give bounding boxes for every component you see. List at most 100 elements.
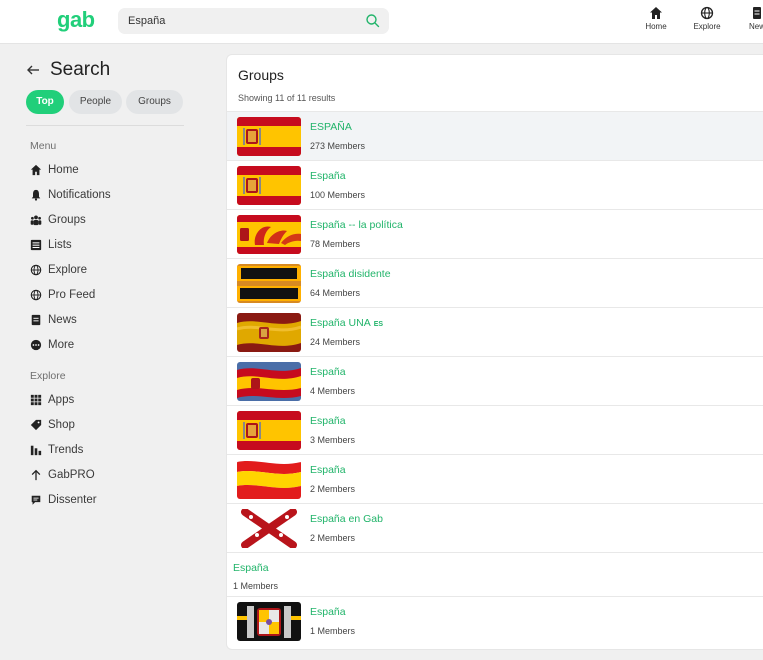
- filter-groups[interactable]: Groups: [126, 90, 183, 114]
- arrow-up-icon: [31, 469, 41, 481]
- group-row[interactable]: España -- la política 78 Members: [227, 209, 763, 258]
- globe-icon: [30, 264, 42, 276]
- globe-icon: [30, 289, 42, 301]
- nav-explore[interactable]: Explore: [687, 6, 727, 38]
- sidebar-item-label: Apps: [48, 394, 75, 406]
- panel-title: Groups: [238, 67, 284, 83]
- results-count: Showing 11 of 11 results: [238, 93, 336, 103]
- filter-top[interactable]: Top: [26, 90, 64, 114]
- groups-results-panel: Groups Showing 11 of 11 results ESPAÑA 2…: [226, 54, 763, 650]
- group-thumbnail[interactable]: [237, 602, 301, 641]
- group-name[interactable]: España: [310, 170, 346, 182]
- sidebar-item-label: Lists: [48, 239, 72, 251]
- nav-news-label: New: [748, 22, 763, 31]
- filter-people[interactable]: People: [69, 90, 122, 114]
- group-thumbnail[interactable]: [237, 166, 301, 205]
- sidebar-item-label: Notifications: [48, 189, 111, 201]
- group-member-count: 3 Members: [310, 435, 356, 445]
- group-member-count: 273 Members: [310, 141, 366, 151]
- group-thumbnail[interactable]: [237, 411, 301, 450]
- group-row[interactable]: España UNA ES 24 Members: [227, 307, 763, 356]
- group-name[interactable]: España -- la política: [310, 219, 403, 231]
- sidebar-item-gabpro[interactable]: GabPRO: [30, 465, 190, 485]
- group-thumbnail[interactable]: [237, 117, 301, 156]
- sidebar-item-label: Explore: [48, 264, 87, 276]
- group-name[interactable]: ESPAÑA: [310, 121, 352, 133]
- tag-icon: [30, 419, 42, 431]
- home-icon: [650, 7, 662, 19]
- list-icon: [30, 239, 42, 251]
- sidebar-item-news[interactable]: News: [30, 310, 190, 330]
- sidebar-item-label: Groups: [48, 214, 86, 226]
- group-row[interactable]: España 4 Members: [227, 356, 763, 405]
- apps-grid-icon: [30, 394, 42, 406]
- sidebar-item-home[interactable]: Home: [30, 160, 190, 180]
- group-name[interactable]: España en Gab: [310, 513, 383, 525]
- group-row[interactable]: España 2 Members: [227, 454, 763, 503]
- group-member-count: 2 Members: [310, 484, 356, 494]
- search-input[interactable]: [128, 8, 348, 34]
- sidebar-item-explore[interactable]: Explore: [30, 260, 190, 280]
- group-member-count: 100 Members: [310, 190, 366, 200]
- sidebar-item-notifications[interactable]: Notifications: [30, 185, 190, 205]
- gab-logo[interactable]: gab: [57, 7, 95, 33]
- sidebar-item-label: GabPRO: [48, 469, 95, 481]
- sidebar-item-label: Shop: [48, 419, 75, 431]
- group-thumbnail[interactable]: [237, 460, 301, 499]
- group-row[interactable]: España disidente 64 Members: [227, 258, 763, 307]
- group-row[interactable]: España 1 Members: [227, 552, 763, 596]
- globe-icon: [700, 6, 714, 20]
- explore-section-label: Explore: [30, 370, 66, 382]
- bell-icon: [31, 189, 41, 201]
- group-name[interactable]: España: [310, 366, 346, 378]
- group-row[interactable]: ESPAÑA 273 Members: [227, 111, 763, 160]
- sidebar-item-label: Trends: [48, 444, 84, 456]
- back-arrow-icon[interactable]: [26, 63, 40, 77]
- nav-news[interactable]: New: [737, 6, 763, 38]
- sidebar-item-label: Pro Feed: [48, 289, 96, 301]
- group-row[interactable]: España 100 Members: [227, 160, 763, 209]
- more-icon: [30, 339, 42, 351]
- group-name[interactable]: España: [233, 562, 269, 574]
- sidebar-item-trends[interactable]: Trends: [30, 440, 190, 460]
- sidebar-item-shop[interactable]: Shop: [30, 415, 190, 435]
- sidebar-item-label: More: [48, 339, 75, 351]
- group-thumbnail[interactable]: [237, 509, 301, 548]
- group-thumbnail[interactable]: [237, 313, 301, 352]
- top-bar: gab Home Explore New: [0, 0, 763, 44]
- group-member-count: 78 Members: [310, 239, 361, 249]
- search-bar[interactable]: [118, 8, 389, 34]
- sidebar-divider: [26, 125, 184, 126]
- sidebar-item-label: Dissenter: [48, 494, 97, 506]
- group-member-count: 1 Members: [310, 626, 356, 636]
- group-name[interactable]: España: [310, 464, 346, 476]
- nav-home[interactable]: Home: [636, 6, 676, 38]
- menu-section-label: Menu: [30, 140, 57, 152]
- group-member-count: 24 Members: [310, 337, 361, 347]
- group-name[interactable]: España UNA ES: [310, 317, 383, 329]
- sidebar-item-more[interactable]: More: [30, 335, 190, 355]
- sidebar-item-apps[interactable]: Apps: [30, 390, 190, 410]
- group-thumbnail[interactable]: [237, 362, 301, 401]
- group-member-count: 4 Members: [310, 386, 356, 396]
- nav-explore-label: Explore: [693, 22, 721, 31]
- group-thumbnail[interactable]: [237, 215, 301, 254]
- home-icon: [30, 164, 42, 176]
- sidebar-item-lists[interactable]: Lists: [30, 235, 190, 255]
- sidebar-item-pro-feed[interactable]: Pro Feed: [30, 285, 190, 305]
- group-name[interactable]: España: [310, 415, 346, 427]
- group-name[interactable]: España: [310, 606, 346, 618]
- country-badge: ES: [373, 321, 384, 328]
- dissenter-icon: [31, 495, 41, 505]
- group-row[interactable]: España 1 Members: [227, 596, 763, 645]
- group-row[interactable]: España 3 Members: [227, 405, 763, 454]
- sidebar-item-dissenter[interactable]: Dissenter: [30, 490, 190, 510]
- group-thumbnail[interactable]: [237, 264, 301, 303]
- group-name[interactable]: España disidente: [310, 268, 391, 280]
- group-row[interactable]: España en Gab 2 Members: [227, 503, 763, 552]
- sidebar-item-label: News: [48, 314, 77, 326]
- sidebar-item-groups[interactable]: Groups: [30, 210, 190, 230]
- news-icon: [753, 7, 761, 19]
- search-icon[interactable]: [365, 13, 381, 29]
- page-title: Search: [50, 59, 111, 80]
